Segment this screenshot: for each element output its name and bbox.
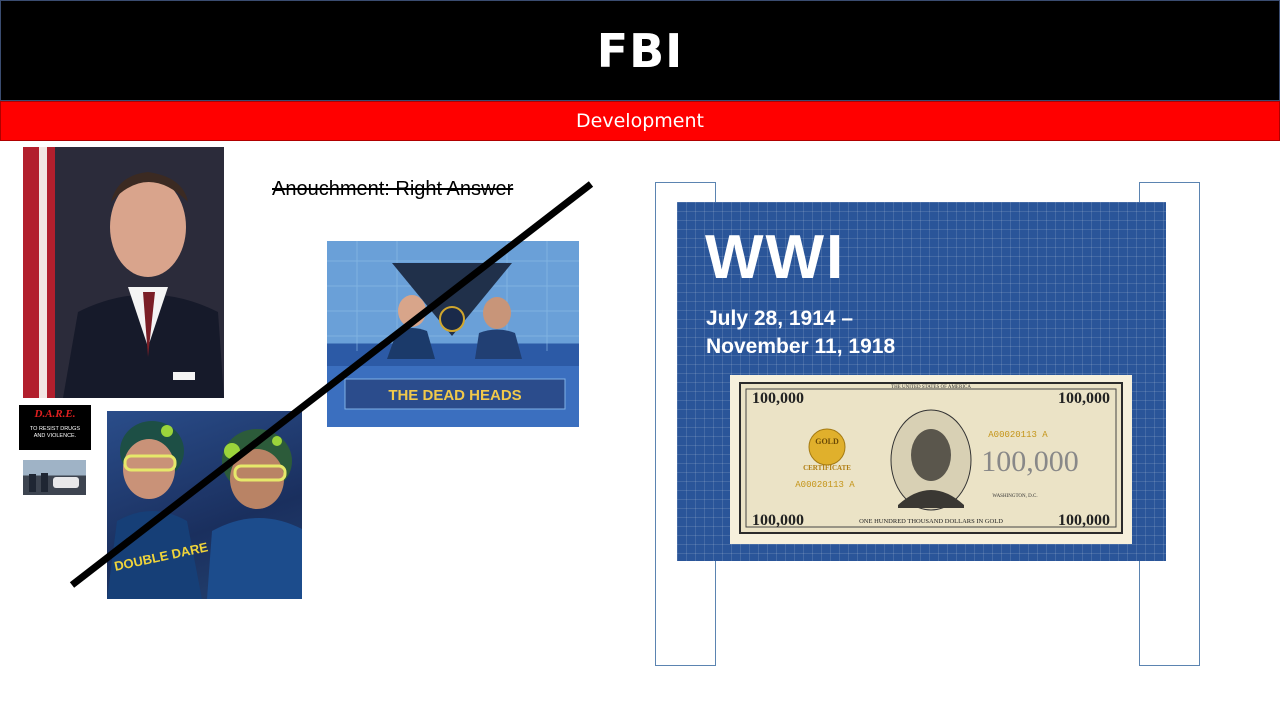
board-dates-end: November 11, 1918 [706,335,896,358]
bill-top-text: THE UNITED STATES OF AMERICA [891,385,971,390]
bill-bottom-text: ONE HUNDRED THOUSAND DOLLARS IN GOLD [859,518,1003,525]
bill-certificate-label: CERTIFICATE [803,464,851,472]
gold-certificate-bill: THE UNITED STATES OF AMERICA 100,000 100… [730,375,1132,544]
bill-city: WASHINGTON, D.C. [992,494,1037,499]
board-dates-start: July 28, 1914 – [706,307,854,330]
bill-denomination-bl: 100,000 [752,512,804,529]
bill-center-value: 100,000 [981,445,1079,478]
bill-denomination-tl: 100,000 [752,390,804,407]
bill-denomination-br: 100,000 [1058,512,1110,529]
bill-gold-label: GOLD [815,437,839,446]
board-title: WWI [705,223,846,292]
bill-denomination-tr: 100,000 [1058,390,1110,407]
board-dates: July 28, 1914 – November 11, 1918 [706,305,895,361]
bill-serial-left: A00020113 A [795,480,855,490]
bill-serial-right: A00020113 A [988,430,1048,440]
